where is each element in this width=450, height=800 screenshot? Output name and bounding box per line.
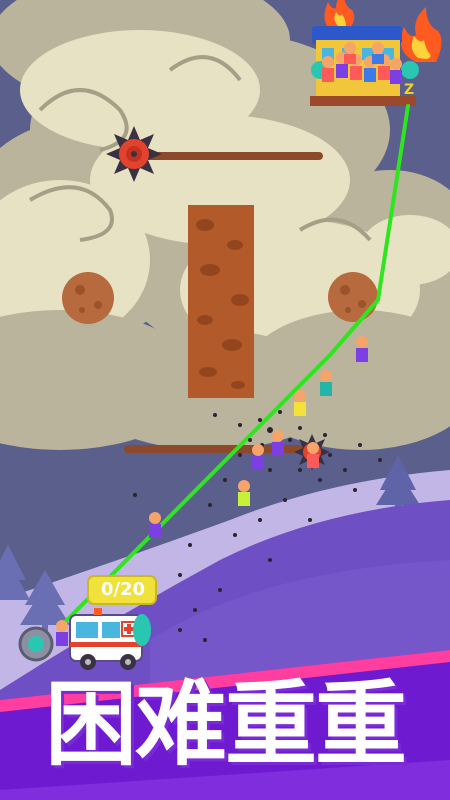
sliding-person xyxy=(149,512,161,538)
sliding-person xyxy=(320,370,332,396)
rescued-counter: 0/20 xyxy=(100,579,146,600)
dirt-pillar xyxy=(188,205,254,398)
svg-text:Z: Z xyxy=(404,82,414,98)
game-stage[interactable]: Z 0/20 困难重重 xyxy=(0,0,450,800)
sliding-person xyxy=(272,430,284,456)
sliding-person xyxy=(56,620,68,646)
spiked-saw-icon[interactable] xyxy=(106,126,162,182)
round-rock xyxy=(62,272,114,324)
wooden-rod[interactable] xyxy=(140,152,323,160)
sliding-person xyxy=(252,444,264,470)
round-rock xyxy=(328,272,378,322)
sliding-person xyxy=(294,390,306,416)
banner-title: 困难重重 xyxy=(44,671,407,778)
tree-icon xyxy=(133,614,151,646)
sliding-person xyxy=(356,336,368,362)
sliding-person xyxy=(307,442,319,468)
sliding-person xyxy=(238,480,250,506)
